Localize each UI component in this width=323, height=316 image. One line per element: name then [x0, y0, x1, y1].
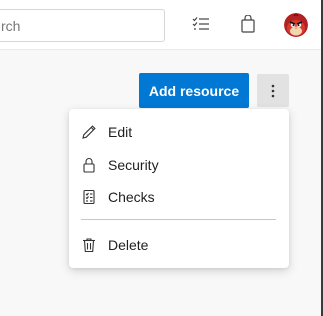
menu-item-edit[interactable]: Edit	[69, 117, 289, 147]
menu-item-checks[interactable]: Checks	[69, 182, 289, 212]
add-resource-button[interactable]: Add resource	[139, 73, 249, 108]
menu-item-security[interactable]: Security	[69, 150, 289, 180]
top-bar	[0, 0, 323, 50]
menu-item-label: Security	[108, 157, 159, 173]
more-vertical-icon	[271, 84, 275, 97]
more-actions-button[interactable]	[257, 74, 289, 107]
avatar[interactable]	[284, 13, 308, 37]
menu-item-label: Checks	[108, 189, 155, 205]
trash-icon	[81, 237, 97, 253]
context-menu: Edit Security Checks Delete	[69, 109, 289, 268]
checklist-icon[interactable]	[190, 13, 212, 35]
menu-item-label: Delete	[108, 237, 149, 253]
menu-divider	[81, 219, 276, 220]
shopping-bag-icon[interactable]	[237, 13, 259, 35]
menu-item-delete[interactable]: Delete	[69, 230, 289, 260]
lock-icon	[81, 157, 97, 173]
menu-item-label: Edit	[108, 124, 133, 140]
search-input[interactable]	[0, 10, 164, 41]
pencil-icon	[81, 124, 97, 140]
checks-icon	[81, 189, 97, 205]
search-box[interactable]	[0, 9, 165, 42]
